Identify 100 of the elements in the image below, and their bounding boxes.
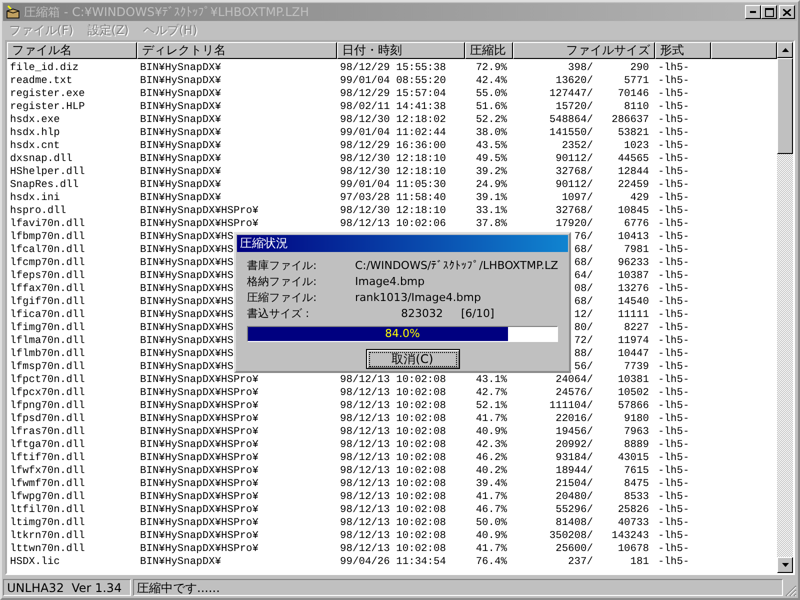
table-cell: 40.9% (476, 427, 507, 438)
table-cell: BIN¥HySnapDX¥HS (140, 310, 234, 321)
column-header[interactable]: 形式 (655, 42, 711, 59)
maximize-button[interactable] (761, 5, 777, 19)
scrollbar-thumb[interactable] (777, 58, 793, 154)
table-cell: BIN¥HySnapDX¥HSPro¥ (140, 492, 258, 503)
table-cell: -lh5- (658, 141, 690, 152)
table-cell: lfras70n.dll (10, 427, 85, 438)
table-cell: BIN¥HySnapDX¥HSPro¥ (140, 206, 258, 217)
table-cell: BIN¥HySnapDX¥ (140, 167, 222, 178)
table-cell: 98/12/30 12:18:02 (340, 115, 446, 126)
table-cell: 98/12/29 15:57:04 (340, 89, 446, 100)
field-label: 圧縮ファイル: (247, 290, 318, 305)
table-cell: -lh5- (658, 544, 690, 555)
column-header[interactable]: ディレクトリ名 (137, 42, 337, 59)
table-cell: 24.9% (476, 180, 507, 191)
column-header[interactable]: ファイル名 (7, 42, 137, 59)
table-cell: BIN¥HySnapDX¥HSPro¥ (140, 219, 258, 230)
table-cell: BIN¥HySnapDX¥HS (140, 297, 234, 308)
table-cell: 181 (630, 557, 649, 568)
table-cell: 98/12/13 10:02:08 (340, 531, 446, 542)
table-cell: BIN¥HySnapDX¥HS (140, 284, 234, 295)
table-cell: lflma70n.dll (10, 336, 85, 347)
table-cell: 38.0% (476, 128, 507, 139)
table-cell: 40.9% (476, 531, 507, 542)
column-header[interactable]: 圧縮比 (465, 42, 513, 59)
table-cell: 7963 (624, 427, 649, 438)
table-cell: 98/12/30 12:18:10 (340, 167, 446, 178)
status-text: 圧縮中です...... (133, 578, 783, 596)
table-cell: 98/12/13 10:02:08 (340, 544, 446, 555)
progress-text: 84.0% (385, 327, 420, 341)
table-cell: 13276 (618, 284, 649, 295)
field-value: C:/WINDOWS/ﾃﾞｽｸﾄｯﾌﾟ/LHBOXTMP.LZ (355, 258, 560, 273)
dialog-title: 圧縮状況 (240, 235, 288, 252)
column-header[interactable]: 日付・時刻 (337, 42, 465, 59)
cancel-button[interactable]: 取消(C) (366, 349, 460, 369)
table-cell: BIN¥HySnapDX¥HS (140, 349, 234, 360)
table-cell: 42.3% (476, 440, 507, 451)
table-cell: lttwn70n.dll (10, 544, 85, 555)
down-arrow-icon (782, 563, 788, 567)
column-header[interactable] (711, 42, 777, 59)
minimize-button[interactable] (745, 5, 761, 19)
scroll-up-button[interactable] (777, 42, 793, 58)
table-cell: lfbmp70n.dll (10, 232, 85, 243)
table-cell: 39.4% (476, 479, 507, 490)
table-cell: BIN¥HySnapDX¥HS (140, 271, 234, 282)
scroll-down-button[interactable] (777, 557, 793, 573)
table-cell: ltkrn70n.dll (10, 531, 85, 542)
table-cell: BIN¥HySnapDX¥HSPro¥ (140, 531, 258, 542)
table-cell: 10845 (618, 206, 649, 217)
table-cell: 56/ (574, 362, 593, 373)
resize-grip-icon[interactable] (785, 585, 797, 597)
table-cell: BIN¥HySnapDX¥ (140, 63, 222, 74)
table-cell: 8227 (624, 323, 649, 334)
table-cell: 237/ (568, 557, 593, 568)
table-cell: 99/01/04 11:05:30 (340, 180, 446, 191)
table-cell: 68/ (574, 245, 593, 256)
table-cell: 20992/ (556, 440, 593, 451)
table-cell: 41.7% (476, 492, 507, 503)
maximize-icon (764, 8, 774, 16)
table-cell: 15720/ (556, 102, 593, 113)
table-cell: lfpsd70n.dll (10, 414, 85, 425)
table-cell: 52.2% (476, 115, 507, 126)
table-cell: lfica70n.dll (10, 310, 85, 321)
table-cell: 68/ (574, 297, 593, 308)
table-cell: lfcmp70n.dll (10, 258, 85, 269)
table-cell: 72.9% (476, 63, 507, 74)
table-cell: BIN¥HySnapDX¥HSPro¥ (140, 466, 258, 477)
table-cell: 33.1% (476, 206, 507, 217)
table-cell: 98/12/13 10:02:08 (340, 388, 446, 399)
table-cell: 68/ (574, 258, 593, 269)
table-cell: BIN¥HySnapDX¥ (140, 128, 222, 139)
table-cell: BIN¥HySnapDX¥ (140, 557, 222, 568)
table-cell: 1023 (624, 141, 649, 152)
table-cell: -lh5- (658, 466, 690, 477)
table-cell: -lh5- (658, 63, 690, 74)
table-cell: -lh5- (658, 89, 690, 100)
table-cell: 99/01/04 08:55:20 (340, 76, 446, 87)
table-cell: dxsnap.dll (10, 154, 72, 165)
table-cell: BIN¥HySnapDX¥ (140, 180, 222, 191)
table-cell: 9180 (624, 414, 649, 425)
field-label: 書庫ファイル: (247, 258, 318, 273)
table-cell: 72/ (574, 336, 593, 347)
table-cell: 548864/ (549, 115, 593, 126)
table-cell: ltimg70n.dll (10, 518, 85, 529)
table-cell: 25600/ (556, 544, 593, 555)
table-cell: 19456/ (556, 427, 593, 438)
table-cell: ltfil70n.dll (10, 505, 85, 516)
table-cell: 10678 (618, 544, 649, 555)
table-cell: BIN¥HySnapDX¥ (140, 76, 222, 87)
table-cell: BIN¥HySnapDX¥HS (140, 323, 234, 334)
table-cell: 99/01/04 11:02:44 (340, 128, 446, 139)
table-cell: -lh5- (658, 518, 690, 529)
table-cell: file_id.diz (10, 63, 79, 74)
table-cell: BIN¥HySnapDX¥HS (140, 258, 234, 269)
column-header[interactable]: ファイルサイズ (513, 42, 655, 59)
table-cell: hsdx.cnt (10, 141, 60, 152)
close-button[interactable] (779, 5, 795, 19)
app-icon (5, 5, 21, 19)
table-cell: -lh5- (658, 505, 690, 516)
